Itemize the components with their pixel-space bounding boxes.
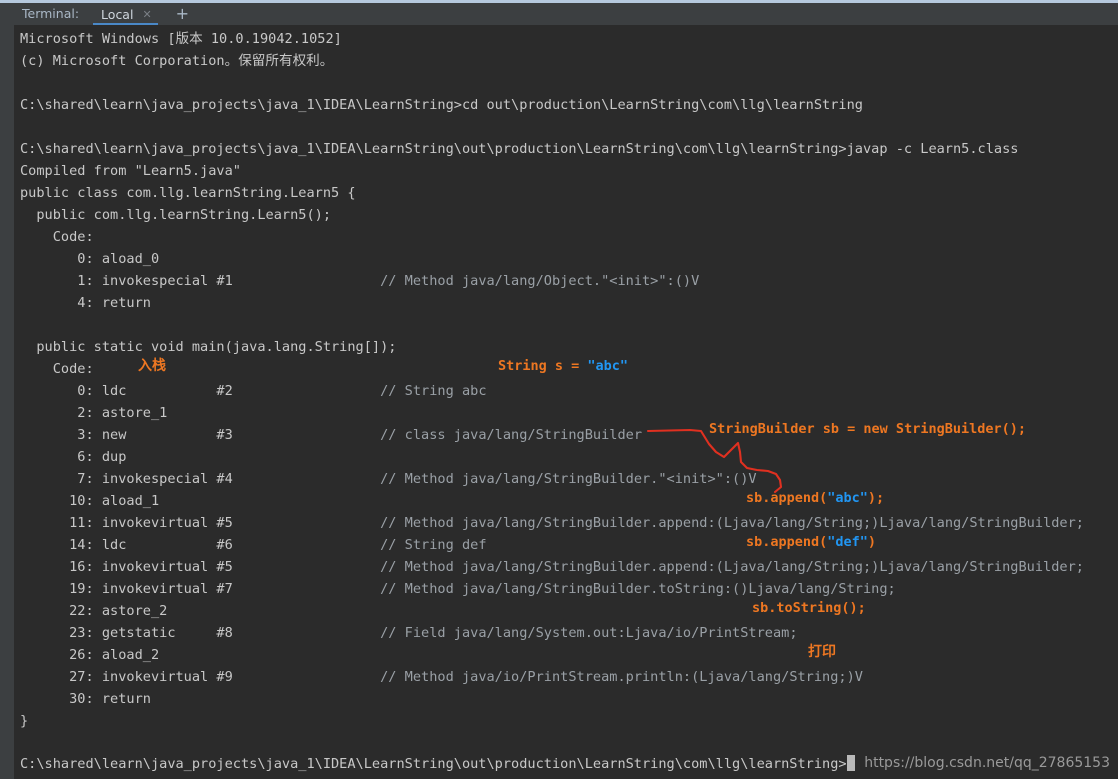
console-line: 19: invokevirtual #7 // Method java/lang… — [20, 578, 1118, 600]
console-line: 16: invokevirtual #5 // Method java/lang… — [20, 556, 1118, 578]
console-line-comment: // String abc — [380, 383, 487, 399]
close-icon[interactable]: ✕ — [142, 8, 151, 21]
console-line: public static void main(java.lang.String… — [20, 339, 397, 355]
console-line: 0: aload_0 — [20, 251, 160, 267]
console-line-code: 3: new #3 — [20, 427, 381, 443]
console-line-code: 1: invokespecial #1 — [20, 273, 381, 289]
console-line-comment: // Method java/lang/StringBuilder."<init… — [380, 471, 757, 487]
console-line: 22: astore_2 — [20, 603, 168, 619]
console-line: } — [20, 713, 29, 729]
watermark-url: https://blog.csdn.net/qq_27865153 — [864, 755, 1110, 771]
console-line: 10: aload_1 — [20, 493, 160, 509]
console-line: 11: invokevirtual #5 // Method java/lang… — [20, 512, 1118, 534]
console-line: 0: ldc #2 // String abc — [20, 380, 1118, 402]
console-line-comment: // Method java/lang/Object."<init>":()V — [380, 273, 700, 289]
left-tool-strip: Structure — [0, 25, 14, 779]
console-line: public class com.llg.learnString.Learn5 … — [20, 185, 356, 201]
console-line: 3: new #3 // class java/lang/StringBuild… — [20, 424, 1118, 446]
console-line: public com.llg.learnString.Learn5(); — [20, 207, 331, 223]
tab-local-label: Local — [101, 6, 134, 22]
console-line-code: 14: ldc #6 — [20, 537, 381, 553]
console-line-comment: // Method java/lang/StringBuilder.append… — [380, 559, 1084, 575]
terminal-tool-label: Terminal: — [22, 6, 80, 21]
console-line-code: 0: ldc #2 — [20, 383, 381, 399]
console-line: 26: aload_2 — [20, 647, 160, 663]
console-line-code: 23: getstatic #8 — [20, 625, 381, 641]
console-line: Microsoft Windows [版本 10.0.19042.1052] — [20, 31, 342, 47]
terminal-tab-bar: Terminal: Local ✕ + — [0, 3, 1118, 25]
console-line-code: 19: invokevirtual #7 — [20, 581, 381, 597]
console-line: Code: — [20, 361, 94, 377]
console-line-comment: // class java/lang/StringBuilder — [380, 427, 643, 443]
console-line-comment: // Method java/lang/StringBuilder.append… — [380, 515, 1084, 531]
add-tab-icon[interactable]: + — [166, 4, 199, 24]
console-line: C:\shared\learn\java_projects\java_1\IDE… — [20, 141, 1019, 157]
console-output[interactable]: Microsoft Windows [版本 10.0.19042.1052] (c… — [14, 25, 1118, 779]
console-line: 27: invokevirtual #9 // Method java/io/P… — [20, 666, 1118, 688]
console-line: 7: invokespecial #4 // Method java/lang/… — [20, 468, 1118, 490]
tab-local[interactable]: Local ✕ — [91, 3, 160, 25]
console-line: Code: — [20, 229, 94, 245]
console-line-comment: // Method java/io/PrintStream.println:(L… — [380, 669, 863, 685]
console-line-code: 11: invokevirtual #5 — [20, 515, 381, 531]
cursor-caret — [846, 755, 855, 771]
console-line: 6: dup — [20, 449, 127, 465]
console-line: (c) Microsoft Corporation。保留所有权利。 — [20, 53, 334, 69]
console-line-comment: // Field java/lang/System.out:Ljava/io/P… — [380, 625, 798, 641]
console-line: 23: getstatic #8 // Field java/lang/Syst… — [20, 622, 1118, 644]
console-line: 1: invokespecial #1 // Method java/lang/… — [20, 270, 1118, 292]
console-line: Compiled from "Learn5.java" — [20, 163, 241, 179]
prompt-path: C:\shared\learn\java_projects\java_1\IDE… — [20, 756, 847, 772]
console-line: C:\shared\learn\java_projects\java_1\IDE… — [20, 97, 863, 113]
console-line: 4: return — [20, 295, 151, 311]
console-line-comment: // Method java/lang/StringBuilder.toStri… — [380, 581, 896, 597]
console-line-code: 7: invokespecial #4 — [20, 471, 381, 487]
console-line: 30: return — [20, 691, 151, 707]
console-line: 2: astore_1 — [20, 405, 168, 421]
prompt-bar: C:\shared\learn\java_projects\java_1\IDE… — [14, 735, 1118, 779]
terminal-window: Terminal: Local ✕ + Structure Microsoft … — [0, 0, 1118, 779]
console-line: 14: ldc #6 // String def — [20, 534, 1118, 556]
console-line-code: 16: invokevirtual #5 — [20, 559, 381, 575]
console-line-code: 27: invokevirtual #9 — [20, 669, 381, 685]
command-prompt[interactable]: C:\shared\learn\java_projects\java_1\IDE… — [20, 753, 855, 775]
console-line-comment: // String def — [380, 537, 487, 553]
